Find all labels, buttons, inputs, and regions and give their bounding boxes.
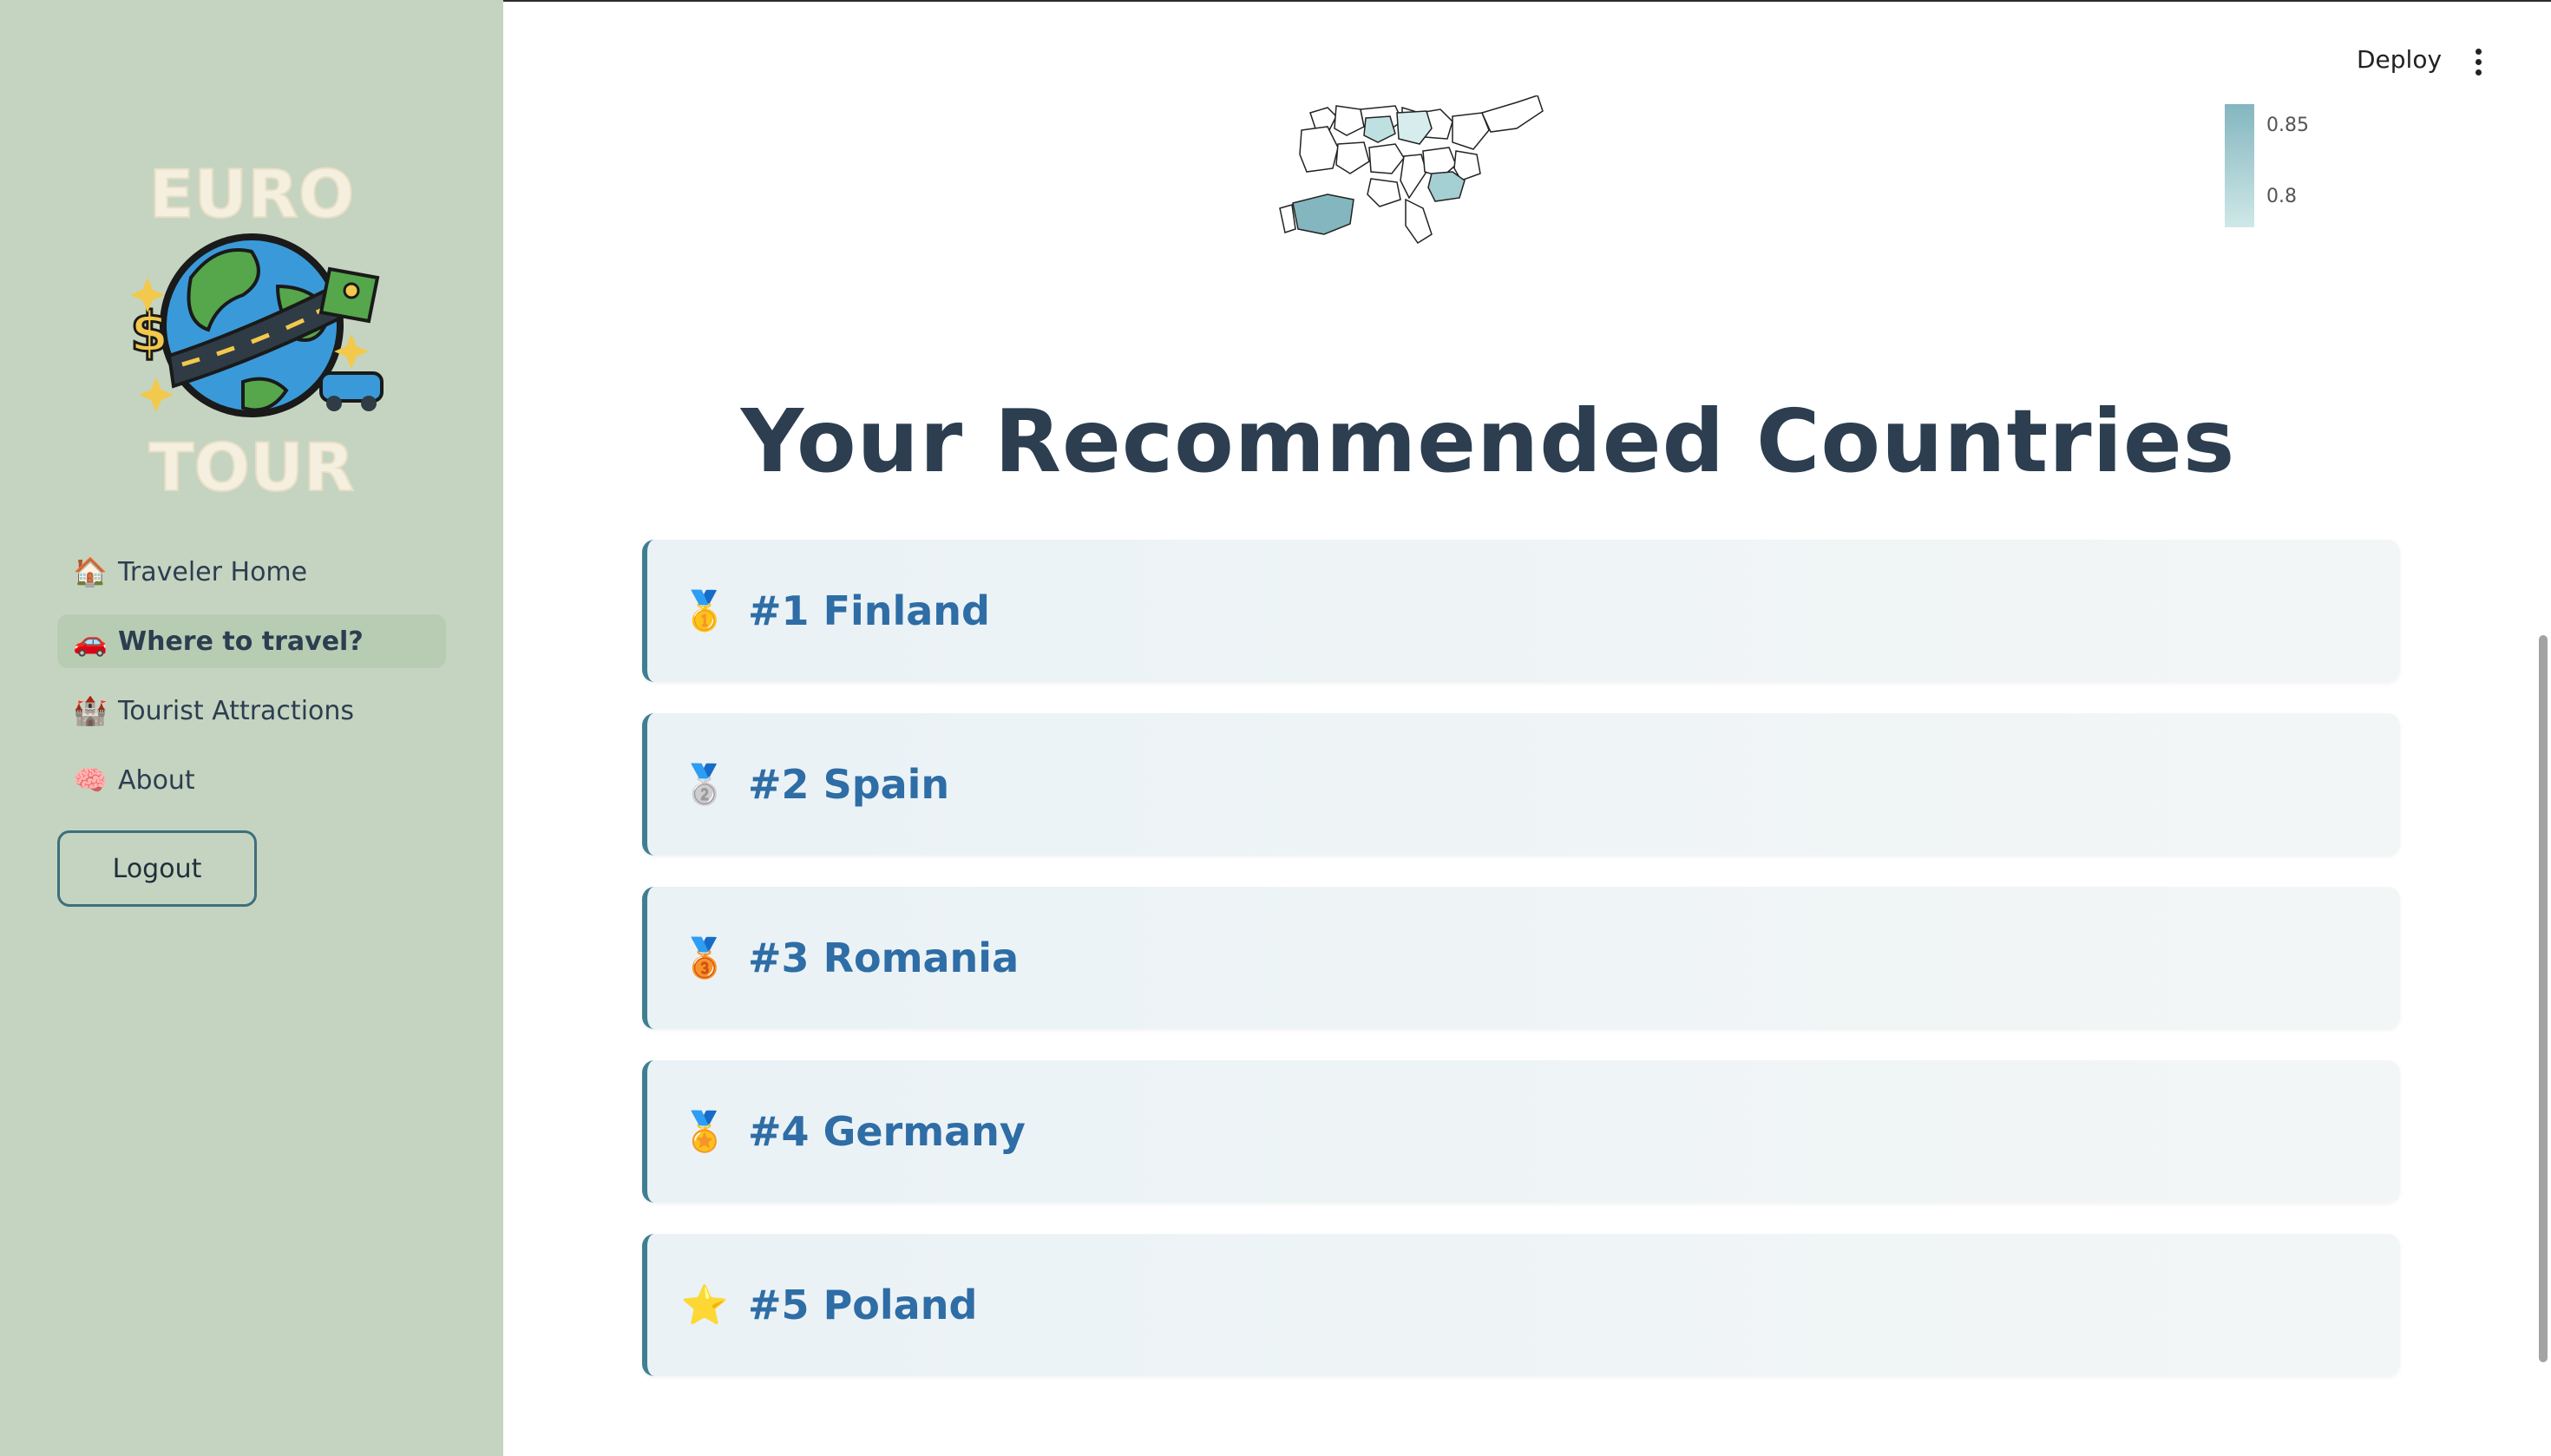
sidebar-item-where-to-travel[interactable]: 🚗 Where to travel?	[57, 614, 446, 668]
recommendation-label: #2 Spain	[748, 761, 950, 808]
recommendation-card-poland[interactable]: ⭐ #5 Poland	[642, 1234, 2400, 1376]
sidebar-item-label: Tourist Attractions	[118, 695, 355, 726]
recommendation-label: #1 Finland	[748, 587, 990, 634]
euro-tour-logo: EURO $ TOUR	[129, 156, 384, 503]
map-color-legend	[2225, 104, 2254, 227]
map-region-spain	[1292, 193, 1354, 235]
europe-choropleth-map	[1279, 95, 1544, 245]
castle-icon: 🏰	[73, 694, 108, 727]
legend-tick-label: 0.8	[2266, 186, 2297, 207]
page-title: Your Recommended Countries	[740, 390, 2236, 492]
svg-text:TOUR: TOUR	[149, 429, 355, 503]
brain-icon: 🧠	[73, 764, 108, 797]
silver-medal-icon: 🥈	[680, 764, 729, 806]
sidebar-item-tourist-attractions[interactable]: 🏰 Tourist Attractions	[57, 684, 446, 738]
sidebar-item-label: About	[118, 764, 195, 796]
sports-medal-icon: 🏅	[680, 1111, 729, 1153]
recommendation-card-spain[interactable]: 🥈 #2 Spain	[642, 713, 2400, 856]
sidebar-item-traveler-home[interactable]: 🏠 Traveler Home	[57, 545, 446, 599]
house-icon: 🏠	[73, 555, 108, 588]
recommendation-card-romania[interactable]: 🥉 #3 Romania	[642, 887, 2400, 1029]
recommendation-list: 🥇 #1 Finland 🥈 #2 Spain 🥉 #3 Romania 🏅 #…	[642, 540, 2400, 1407]
svg-text:$: $	[130, 301, 169, 365]
sidebar-item-label: Traveler Home	[118, 556, 308, 587]
sidebar-item-label: Where to travel?	[118, 626, 364, 657]
recommendation-label: #5 Poland	[748, 1282, 978, 1328]
recommendation-card-germany[interactable]: 🏅 #4 Germany	[642, 1060, 2400, 1203]
svg-text:EURO: EURO	[149, 156, 355, 233]
map-region-germany	[1363, 115, 1396, 143]
bronze-medal-icon: 🥉	[680, 937, 729, 980]
map-region-poland	[1396, 110, 1433, 145]
deploy-button[interactable]: Deploy	[2357, 45, 2442, 74]
star-icon: ⭐	[680, 1284, 729, 1327]
recommendation-card-finland[interactable]: 🥇 #1 Finland	[642, 540, 2400, 682]
vertical-scrollbar[interactable]	[2539, 635, 2548, 1362]
legend-tick-label: 0.85	[2266, 115, 2309, 136]
kebab-menu-icon[interactable]	[2473, 49, 2483, 76]
sidebar: EURO $ TOUR 🏠 Traveler Home 🚗 Where to t…	[0, 0, 503, 1456]
sidebar-nav: 🏠 Traveler Home 🚗 Where to travel? 🏰 Tou…	[57, 545, 446, 823]
logout-button[interactable]: Logout	[57, 830, 257, 907]
recommendation-label: #4 Germany	[748, 1108, 1026, 1155]
recommendation-label: #3 Romania	[748, 935, 1020, 981]
map-region-romania	[1427, 171, 1466, 202]
gold-medal-icon: 🥇	[680, 590, 729, 633]
sidebar-item-about[interactable]: 🧠 About	[57, 753, 446, 807]
car-icon: 🚗	[73, 625, 108, 658]
